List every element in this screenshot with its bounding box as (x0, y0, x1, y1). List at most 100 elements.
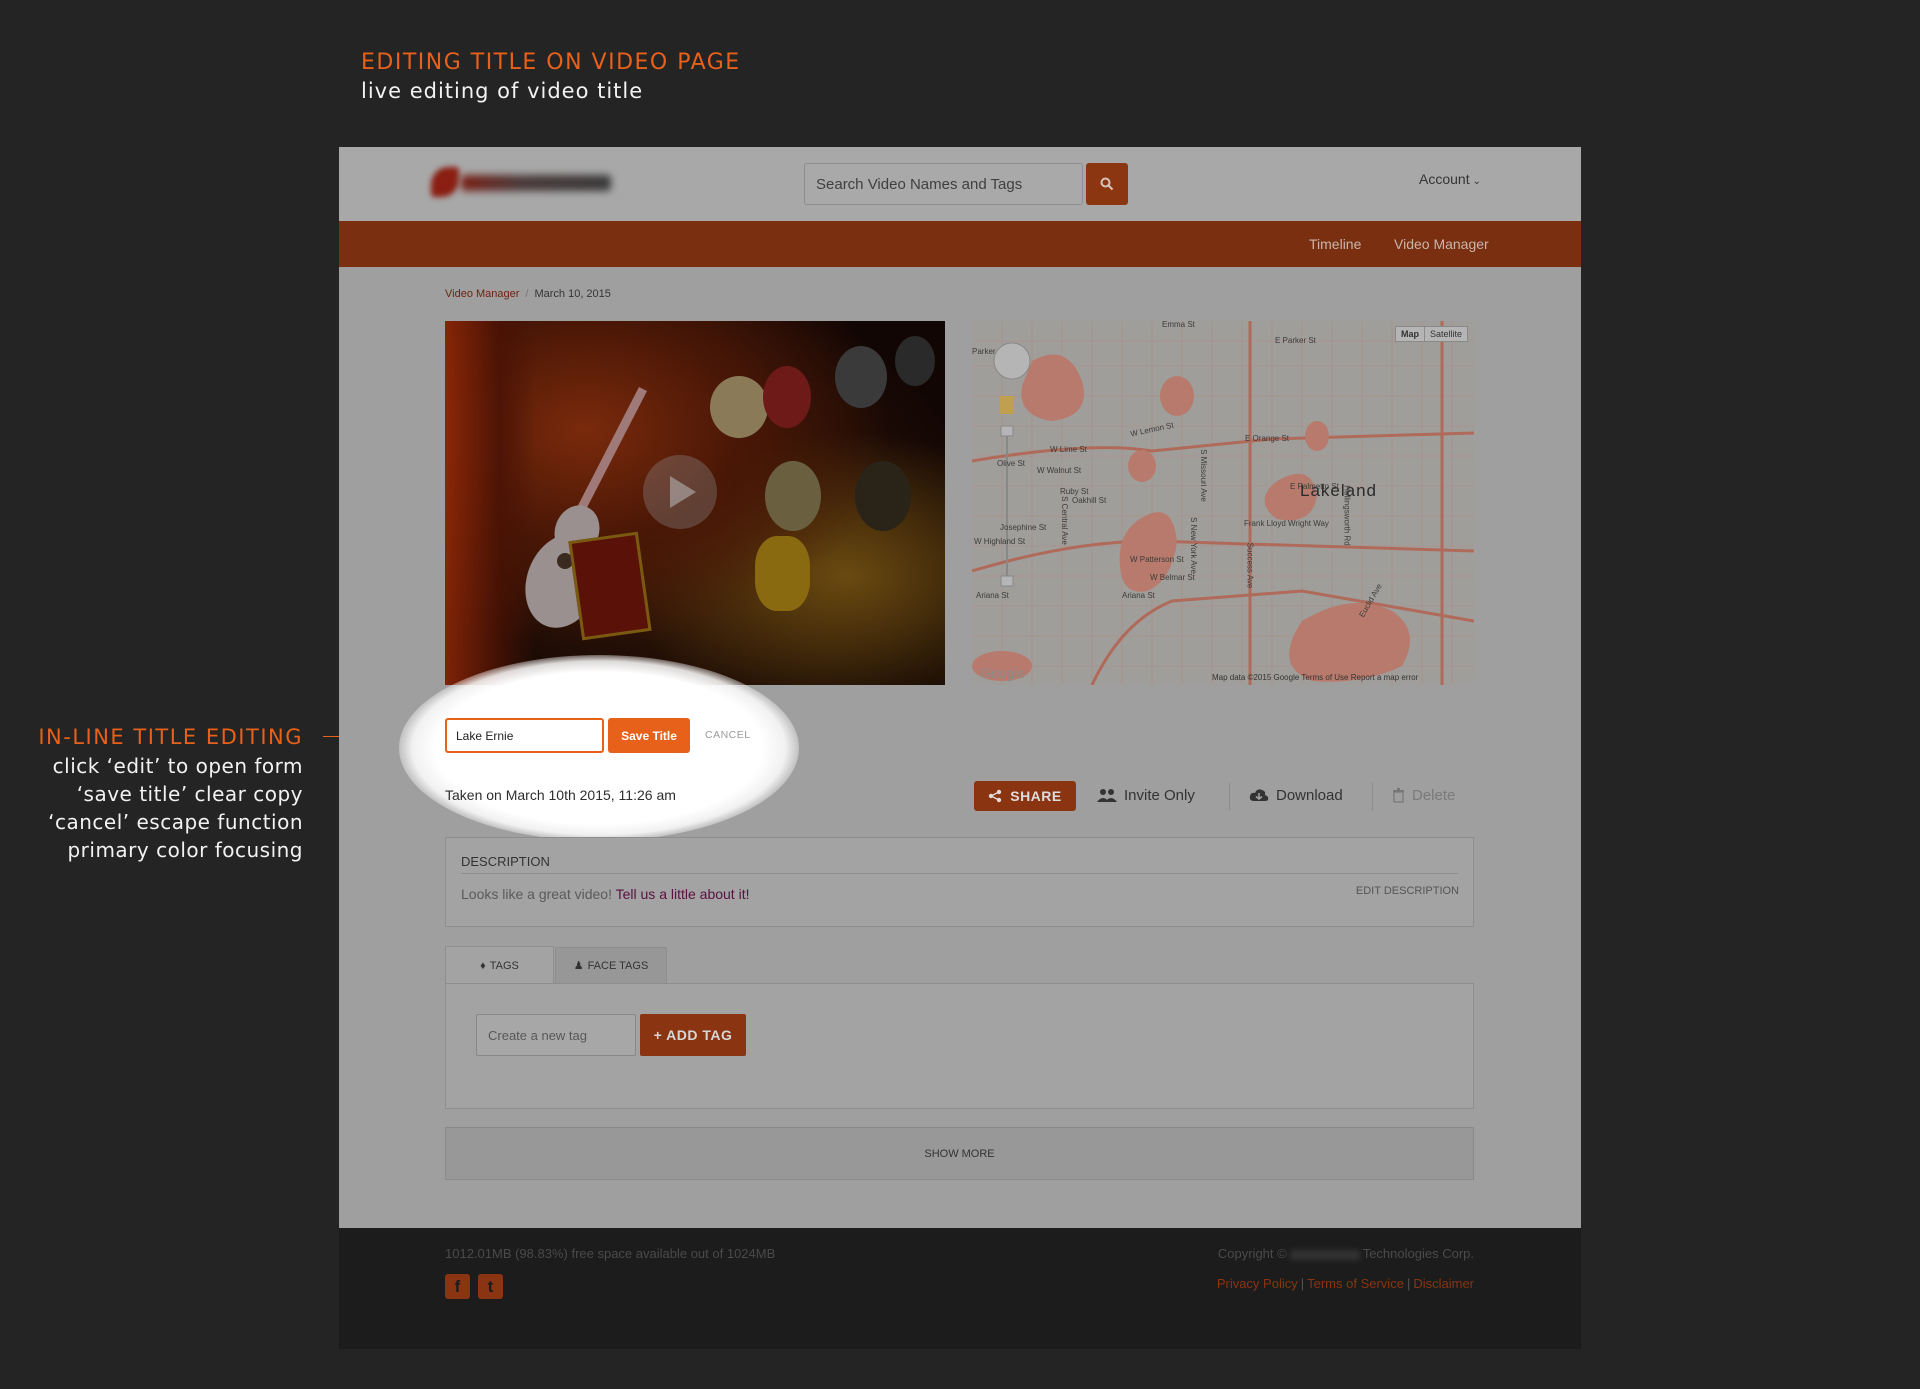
account-label: Account (1419, 171, 1470, 187)
copyright-suffix: Technologies Corp. (1362, 1246, 1474, 1261)
search-button[interactable] (1086, 163, 1128, 205)
download-button[interactable]: Download (1249, 787, 1343, 804)
map-type-satellite[interactable]: Satellite (1425, 327, 1467, 341)
description-text: Looks like a great video! Tell us a litt… (461, 886, 749, 902)
map-attribution: Map data ©2015 Google Terms of Use Repor… (1212, 673, 1419, 682)
users-icon (1097, 788, 1117, 802)
footer-links: Privacy Policy | Terms of Service | Disclaim… (1217, 1276, 1474, 1291)
link-separator: | (1300, 1276, 1305, 1291)
share-icon (989, 789, 1002, 803)
sign-disc (855, 461, 911, 531)
map-type-map[interactable]: Map (1396, 327, 1425, 341)
breadcrumb-current: March 10, 2015 (534, 288, 611, 300)
description-cta-link[interactable]: Tell us a little about it! (616, 886, 750, 902)
nav-item-timeline[interactable]: Timeline (1309, 236, 1361, 252)
disclaimer-link[interactable]: Disclaimer (1413, 1276, 1474, 1291)
map-street-label: Ariana St (976, 591, 1009, 600)
map-street-label: S Missouri Ave (1198, 449, 1208, 502)
map-street-label: Josephine St (1000, 523, 1047, 532)
video-page: Account⌄ Timeline Video Manager Video Ma… (339, 147, 1581, 1349)
annotation-top-subheading: live editing of video title (361, 79, 644, 103)
video-player[interactable] (445, 321, 945, 685)
share-button[interactable]: SHARE (974, 781, 1076, 811)
header: Account⌄ (339, 147, 1581, 221)
show-more-button[interactable]: SHOW MORE (445, 1127, 1474, 1180)
sign-disc (710, 376, 768, 438)
tags-panel: + ADD TAG (445, 983, 1474, 1109)
user-icon: ♟ (573, 960, 584, 972)
sign-disc (763, 366, 811, 428)
google-logo: Google (980, 665, 1026, 681)
chevron-down-icon: ⌄ (1472, 176, 1481, 187)
new-tag-input[interactable] (476, 1014, 636, 1056)
privacy-policy-link[interactable]: Privacy Policy (1217, 1276, 1298, 1291)
map-street-label: Emma St (1162, 321, 1195, 329)
map-street-label: Parker (972, 347, 996, 356)
cloud-download-icon (1249, 789, 1269, 801)
facebook-icon[interactable]: f (445, 1274, 470, 1299)
annotation-line: primary color focusing (67, 838, 303, 862)
tab-face-tags-label: FACE TAGS (587, 959, 649, 972)
annotation-top: EDITING TITLE ON VIDEO PAGE live editing… (361, 50, 741, 103)
map-street-label: Ariana St (1122, 591, 1155, 600)
delete-label: Delete (1412, 787, 1456, 804)
twitter-icon[interactable]: t (478, 1274, 503, 1299)
copyright-prefix: Copyright © (1217, 1246, 1287, 1261)
tab-tags[interactable]: ♦ TAGS (445, 946, 554, 984)
annotation-top-heading: EDITING TITLE ON VIDEO PAGE (361, 50, 741, 75)
share-label: SHARE (1010, 788, 1062, 804)
map-street-label: Olive St (997, 459, 1026, 468)
annotation-left: IN-LINE TITLE EDITING click ‘edit’ to op… (38, 725, 303, 864)
social-links: f t (445, 1274, 503, 1299)
divider (461, 873, 1458, 874)
add-tag-button[interactable]: + ADD TAG (640, 1014, 746, 1056)
map-street-label: W Patterson St (1130, 555, 1184, 564)
search-input[interactable] (804, 163, 1083, 205)
divider (1229, 783, 1230, 811)
map-street-label: Success Ave (1245, 542, 1255, 589)
tab-face-tags[interactable]: ♟ FACE TAGS (555, 947, 667, 983)
terms-link[interactable]: Terms of Service (1307, 1276, 1404, 1291)
map-street-label: E Palmetto St (1290, 482, 1339, 491)
edit-description-link[interactable]: EDIT DESCRIPTION (1356, 885, 1459, 897)
map-street-label: E Orange St (1245, 434, 1290, 443)
breadcrumb-separator: / (525, 288, 529, 300)
map-street-label: E Parker St (1275, 336, 1316, 345)
account-menu[interactable]: Account ⌄ (1419, 171, 1481, 187)
map-streets (972, 321, 1474, 685)
map-pan-control (993, 342, 1031, 380)
company-name-redacted (1289, 1249, 1360, 1260)
description-heading: DESCRIPTION (461, 854, 550, 869)
sign-disc (895, 336, 935, 386)
play-button[interactable] (643, 455, 717, 529)
sign-disc (835, 346, 887, 408)
description-placeholder: Looks like a great video! (461, 886, 612, 902)
breadcrumb-link[interactable]: Video Manager (445, 288, 519, 300)
tag-icon: ♦ (480, 959, 486, 972)
title-input[interactable] (445, 718, 604, 753)
privacy-label: Invite Only (1124, 787, 1195, 804)
logo[interactable] (431, 163, 611, 203)
map-street-label: S Central Ave (1059, 496, 1069, 545)
annotation-line: click ‘edit’ to open form (52, 754, 303, 778)
map-street-label: W Belmar St (1150, 573, 1195, 582)
map-street-label: S New York Ave (1188, 517, 1198, 574)
map-type-toggle: Map Satellite (1394, 326, 1468, 342)
save-title-button[interactable]: Save Title (608, 718, 690, 753)
nav-bar: Timeline Video Manager (339, 221, 1581, 267)
map-street-label: Oakhill St (1072, 496, 1107, 505)
divider (1372, 783, 1373, 811)
search-icon (1100, 177, 1114, 191)
annotation-line: ‘cancel’ escape function (48, 810, 303, 834)
privacy-button[interactable]: Invite Only (1097, 787, 1195, 804)
map-street-label: W Lime St (1050, 445, 1087, 454)
sign-disc (765, 461, 821, 531)
map-street-label: Hollingsworth Rd (1342, 485, 1352, 546)
description-panel: DESCRIPTION Looks like a great video! Te… (445, 837, 1474, 927)
annotation-left-heading: IN-LINE TITLE EDITING (38, 725, 303, 749)
delete-button[interactable]: Delete (1392, 787, 1455, 804)
nav-item-video-manager[interactable]: Video Manager (1394, 236, 1489, 252)
cancel-link[interactable]: CANCEL (705, 729, 751, 741)
location-map[interactable]: Map Satellite Lakeland E Parker St W Lem… (972, 321, 1474, 685)
footer: 1012.01MB (98.83%) free space available … (339, 1228, 1581, 1349)
